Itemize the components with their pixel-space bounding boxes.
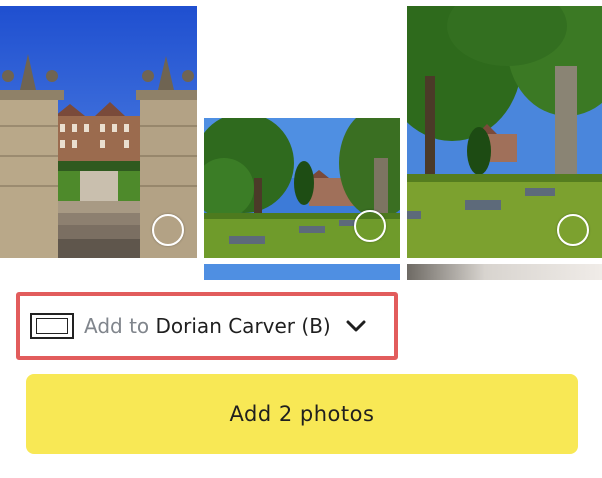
add-to-label: Add to xyxy=(84,314,156,338)
chevron-down-icon[interactable] xyxy=(345,315,367,337)
album-frame-icon xyxy=(30,313,74,339)
select-circle-2[interactable] xyxy=(354,210,386,242)
photo-tile-2[interactable] xyxy=(204,118,400,258)
select-circle-3[interactable] xyxy=(557,214,589,246)
select-circle-1[interactable] xyxy=(152,214,184,246)
add-photos-button[interactable]: Add 2 photos xyxy=(26,374,578,454)
photo-tile-4-partial[interactable] xyxy=(204,264,400,280)
photo-tile-1[interactable] xyxy=(0,6,197,258)
photo-tile-3[interactable] xyxy=(407,6,602,258)
album-selector-text: Add to Dorian Carver (B) xyxy=(84,314,331,338)
photo-tile-5-partial[interactable] xyxy=(407,264,602,280)
add-to-album-selector[interactable]: Add to Dorian Carver (B) xyxy=(16,292,398,360)
album-name: Dorian Carver (B) xyxy=(155,314,331,338)
